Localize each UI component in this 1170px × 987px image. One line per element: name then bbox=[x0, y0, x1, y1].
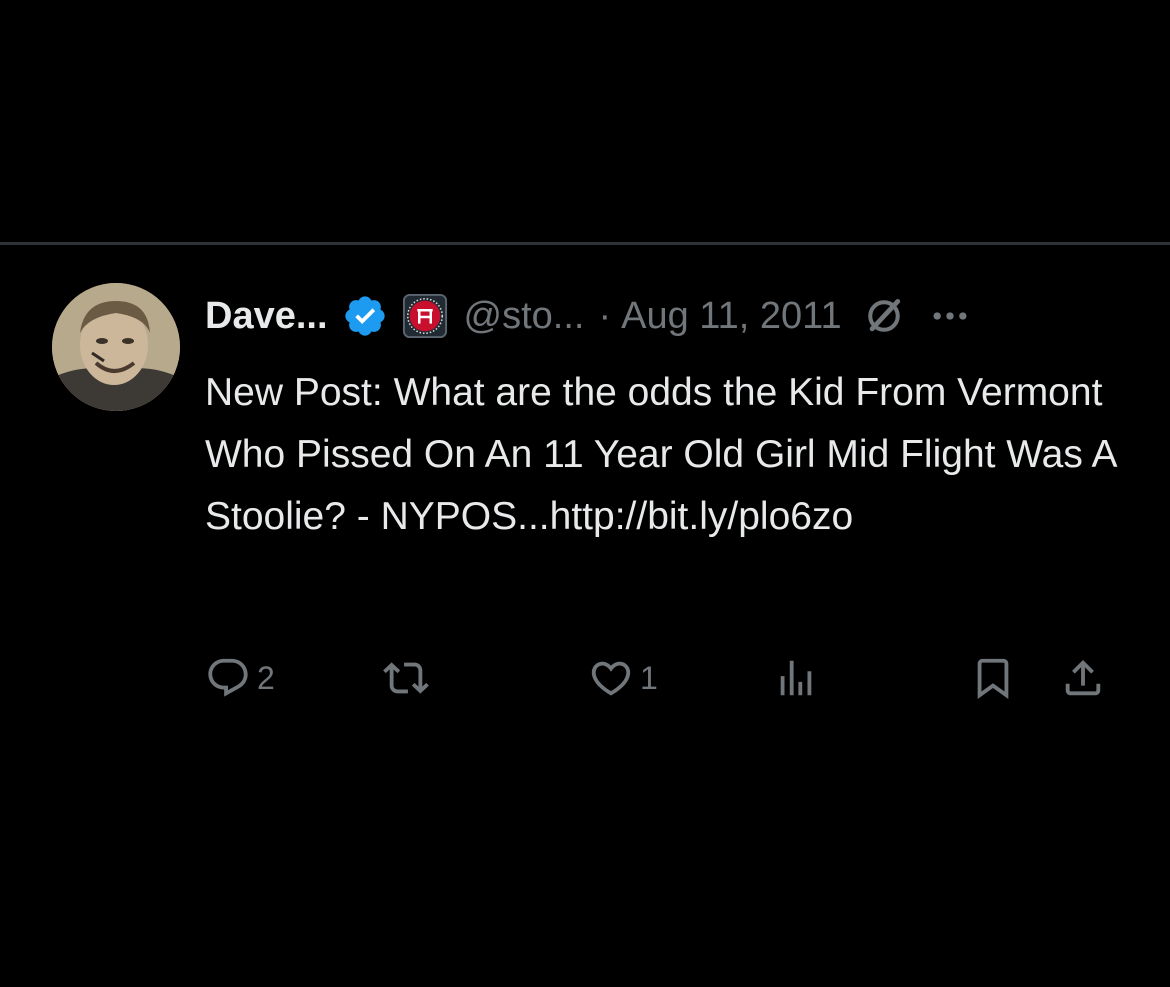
top-divider bbox=[0, 242, 1170, 245]
bookmark-icon bbox=[977, 658, 1009, 699]
like-icon bbox=[591, 661, 631, 696]
action-bar: 2 1 bbox=[205, 648, 1125, 708]
tweet-header: Dave... @sto... · Aug 11, 2011 bbox=[205, 288, 972, 344]
like-count: 1 bbox=[640, 659, 658, 696]
views-icon bbox=[780, 660, 812, 696]
share-icon bbox=[1065, 659, 1101, 696]
reply-icon bbox=[208, 658, 248, 697]
reply-count: 2 bbox=[257, 659, 275, 696]
handle[interactable]: @sto... bbox=[464, 295, 585, 338]
avatar[interactable] bbox=[52, 283, 180, 411]
display-name[interactable]: Dave... bbox=[205, 295, 328, 338]
share-button[interactable] bbox=[1060, 648, 1106, 708]
views-button[interactable] bbox=[773, 648, 825, 708]
more-icon[interactable] bbox=[928, 294, 972, 338]
edit-history-icon[interactable] bbox=[862, 294, 906, 338]
affiliate-logo-icon[interactable] bbox=[402, 293, 448, 339]
tweet-text: New Post: What are the odds the Kid From… bbox=[205, 371, 1116, 538]
bookmark-button[interactable] bbox=[970, 648, 1016, 708]
retweet-button[interactable] bbox=[383, 648, 435, 708]
separator: · bbox=[598, 294, 612, 337]
like-button[interactable]: 1 bbox=[588, 648, 658, 708]
avatar-image bbox=[52, 283, 180, 411]
retweet-icon bbox=[383, 662, 429, 694]
reply-button[interactable]: 2 bbox=[205, 648, 275, 708]
timestamp[interactable]: Aug 11, 2011 bbox=[621, 295, 841, 338]
verified-badge-icon bbox=[344, 296, 385, 336]
